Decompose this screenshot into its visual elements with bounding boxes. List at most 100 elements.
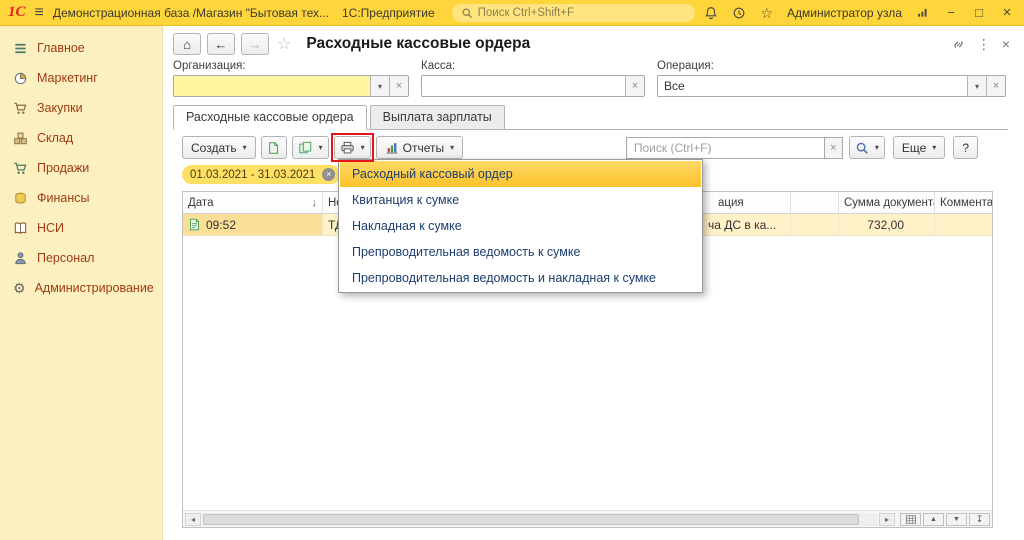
operation-select[interactable]: Все ▾ × [657,75,1006,97]
search-icon [461,7,473,19]
operation-dropdown-icon[interactable]: ▾ [967,76,986,96]
menu-item-vedomost-nakladnaya[interactable]: Препроводительная ведомость и накладная … [340,265,701,291]
search-clear-button[interactable]: × [824,137,843,159]
sales-cart-icon [13,161,28,176]
search-group: Поиск (Ctrl+F) × ▾ Еще ▾ [626,136,978,159]
list-nav-buttons: ▲ ▼ ↧ [900,513,990,526]
horizontal-scrollbar: ◂ ▸ ▲ ▼ ↧ [183,510,992,527]
current-user[interactable]: Администратор узла [787,6,902,20]
purchases-cart-icon [13,101,28,116]
organization-dropdown-icon[interactable]: ▾ [370,76,389,96]
sidebar-item-marketing[interactable]: Маркетинг [0,63,162,93]
sidebar-item-zakupki[interactable]: Закупки [0,93,162,123]
period-filter-tag[interactable]: 01.03.2021 - 31.03.2021 × [182,165,340,184]
row-operation: ча ДС в ка... [708,218,776,232]
tab-vyplata-zarplaty[interactable]: Выплата зарплаты [370,105,505,130]
column-header-sum[interactable]: Сумма документа [839,192,935,213]
favorites-star-icon[interactable]: ☆ [760,6,773,20]
reports-button[interactable]: Отчеты ▾ [376,136,464,159]
pie-chart-icon [13,71,28,86]
scroll-up-button[interactable]: ▲ [923,513,944,526]
organization-clear-icon[interactable]: × [389,76,408,96]
kassa-value[interactable] [422,76,625,96]
finance-coins-icon [13,191,28,206]
organization-value[interactable] [174,76,370,96]
copy-document-button[interactable] [261,136,287,159]
tab-rashodnye-ordera[interactable]: Расходные кассовые ордера [173,105,367,130]
dropdown-arrow-icon: ▾ [450,143,454,152]
remove-filter-icon[interactable]: × [322,168,335,181]
operation-value: Все [658,76,967,96]
app-name: 1С:Предприятие [342,6,435,20]
app-window: 1С ≡ Демонстрационная база /Магазин "Быт… [0,0,1024,540]
forward-arrow-icon: → [249,37,262,52]
scroll-to-end-button[interactable]: ↧ [969,513,990,526]
history-icon[interactable] [732,6,746,20]
sidebar-item-personal[interactable]: Персонал [0,243,162,273]
documents-stack-icon [298,141,313,155]
bar-chart-icon [385,141,399,155]
dropdown-arrow-icon: ▾ [932,143,936,152]
grid-icon [906,515,916,524]
menu-item-kvitanciya[interactable]: Квитанция к сумке [340,187,701,213]
row-time: 09:52 [206,218,236,232]
main-menu-icon[interactable]: ≡ [35,5,44,21]
minimize-button[interactable]: − [944,6,958,19]
sections-sidebar: Главное Маркетинг Закупки Склад Продажи … [0,26,163,540]
notifications-bell-icon[interactable] [704,6,718,20]
organization-combobox[interactable]: ▾ × [173,75,409,97]
operation-label: Операция: [657,60,1006,72]
sidebar-item-glavnoe[interactable]: Главное [0,33,162,63]
document-icon [188,218,201,231]
sidebar-item-prodazhi[interactable]: Продажи [0,153,162,183]
document-actions-button[interactable]: ▾ [292,136,329,159]
create-button[interactable]: Создать ▾ [182,136,256,159]
list-search-input[interactable]: Поиск (Ctrl+F) [626,137,824,159]
sort-descending-icon: ↓ [312,197,318,209]
forward-button[interactable]: → [241,33,269,55]
print-dropdown-menu: Расходный кассовый ордер Квитанция к сум… [338,159,703,293]
close-form-icon[interactable]: × [1002,37,1010,51]
more-menu-icon[interactable]: ⋮ [977,37,991,51]
operation-clear-icon[interactable]: × [986,76,1005,96]
scroll-left-icon[interactable]: ◂ [185,513,201,526]
output-list-button[interactable] [900,513,921,526]
column-header-comment[interactable]: Комментари [935,192,992,213]
kassa-clear-icon[interactable]: × [625,76,644,96]
column-header-blank[interactable] [791,192,839,213]
scroll-down-button[interactable]: ▼ [946,513,967,526]
sidebar-item-finansy[interactable]: Финансы [0,183,162,213]
favorite-star-icon[interactable]: ☆ [277,34,291,54]
menu-item-rashodny-order[interactable]: Расходный кассовый ордер [340,161,701,187]
advanced-search-button[interactable]: ▾ [849,136,885,159]
person-icon [13,251,28,266]
back-button[interactable]: ← [207,33,235,55]
get-link-icon[interactable] [951,37,966,52]
filters-row: Организация: ▾ × Касса: × Операция: [163,60,1024,105]
scrollbar-track[interactable] [202,513,878,526]
scrollbar-thumb[interactable] [203,514,859,525]
menu-item-vedomost[interactable]: Препроводительная ведомость к сумке [340,239,701,265]
copy-document-icon [267,141,281,155]
more-actions-button[interactable]: Еще ▾ [893,136,945,159]
list-tabs: Расходные кассовые ордера Выплата зарпла… [163,105,1024,130]
column-header-date[interactable]: Дата ↓ [183,192,323,213]
global-search-input[interactable]: Поиск Ctrl+Shift+F [452,4,696,22]
maximize-button[interactable]: □ [972,6,986,19]
menu-item-nakladnaya[interactable]: Накладная к сумке [340,213,701,239]
gear-icon: ⚙ [13,281,26,295]
sidebar-item-nsi[interactable]: НСИ [0,213,162,243]
kassa-input[interactable]: × [421,75,645,97]
warehouse-boxes-icon [13,131,28,146]
organization-label: Организация: [173,60,409,72]
global-search-placeholder: Поиск Ctrl+Shift+F [478,7,574,19]
sidebar-item-sklad[interactable]: Склад [0,123,162,153]
home-button[interactable]: ⌂ [173,33,201,55]
scroll-right-icon[interactable]: ▸ [879,513,895,526]
print-button[interactable]: ▾ [334,136,371,159]
dropdown-arrow-icon: ▾ [319,143,323,152]
close-window-button[interactable]: × [1000,5,1014,20]
dropdown-arrow-icon: ▾ [243,143,247,152]
sidebar-item-administrirovanie[interactable]: ⚙ Администрирование [0,273,162,303]
help-button[interactable]: ? [953,136,978,159]
